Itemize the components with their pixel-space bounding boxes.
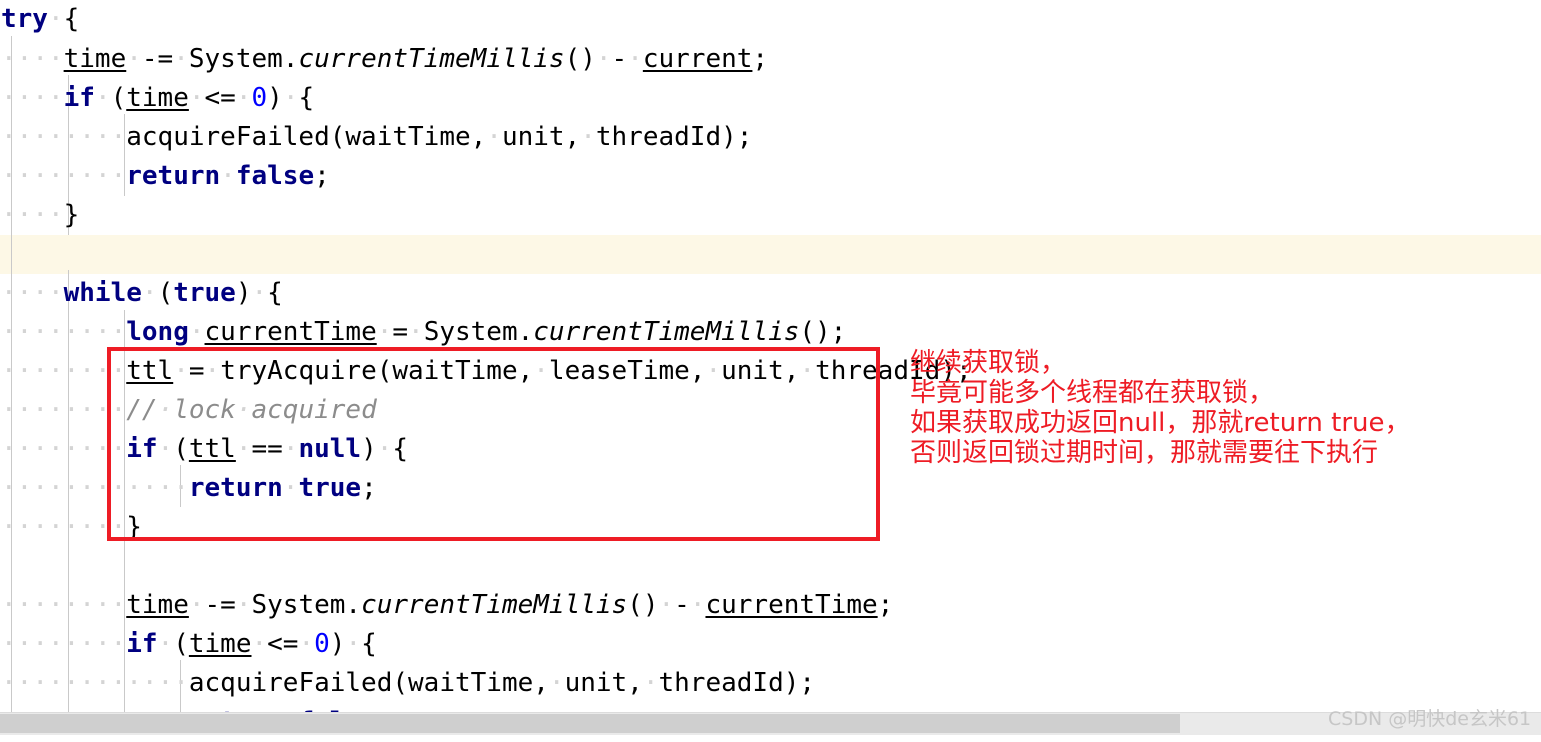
code-line: ····time·-=·System.currentTimeMillis()·-… (1, 44, 769, 74)
code-line: ········acquireFailed(waitTime,·unit,·th… (1, 122, 753, 152)
code-line: ········if·(time·<=·0)·{ (1, 629, 377, 659)
code-line: try·{ (1, 4, 80, 34)
code-line: ········if·(ttl·==·null)·{ (1, 434, 409, 464)
code-line: ············acquireFailed(waitTime,·unit… (1, 668, 816, 698)
current-line-highlight (0, 235, 1541, 274)
code-line: ········//·lock·acquired (1, 395, 377, 425)
horizontal-scrollbar-thumb[interactable] (0, 714, 1180, 733)
code-line: ····} (1, 200, 80, 230)
code-line: ········return·false; (1, 161, 330, 191)
chinese-annotation-text: 继续获取锁， 毕竟可能多个线程都在获取锁， 如果获取成功返回null，那就ret… (910, 348, 1411, 468)
code-line: ········} (1, 512, 142, 542)
csdn-watermark: CSDN @明快de玄米61 (1328, 708, 1532, 730)
code-line: ········long·currentTime·=·System.curren… (1, 317, 847, 347)
code-line: ············return·true; (1, 473, 377, 503)
code-line: ····if·(time·<=·0)·{ (1, 83, 315, 113)
code-line: ········time·-=·System.currentTimeMillis… (1, 590, 894, 620)
code-line: ····while·(true)·{ (1, 278, 283, 308)
code-line: ········ttl·=·tryAcquire(waitTime,·lease… (1, 356, 972, 386)
horizontal-scrollbar-track[interactable] (0, 712, 1541, 735)
code-editor[interactable]: try·{ ····time·-=·System.currentTimeMilli… (0, 0, 1541, 737)
